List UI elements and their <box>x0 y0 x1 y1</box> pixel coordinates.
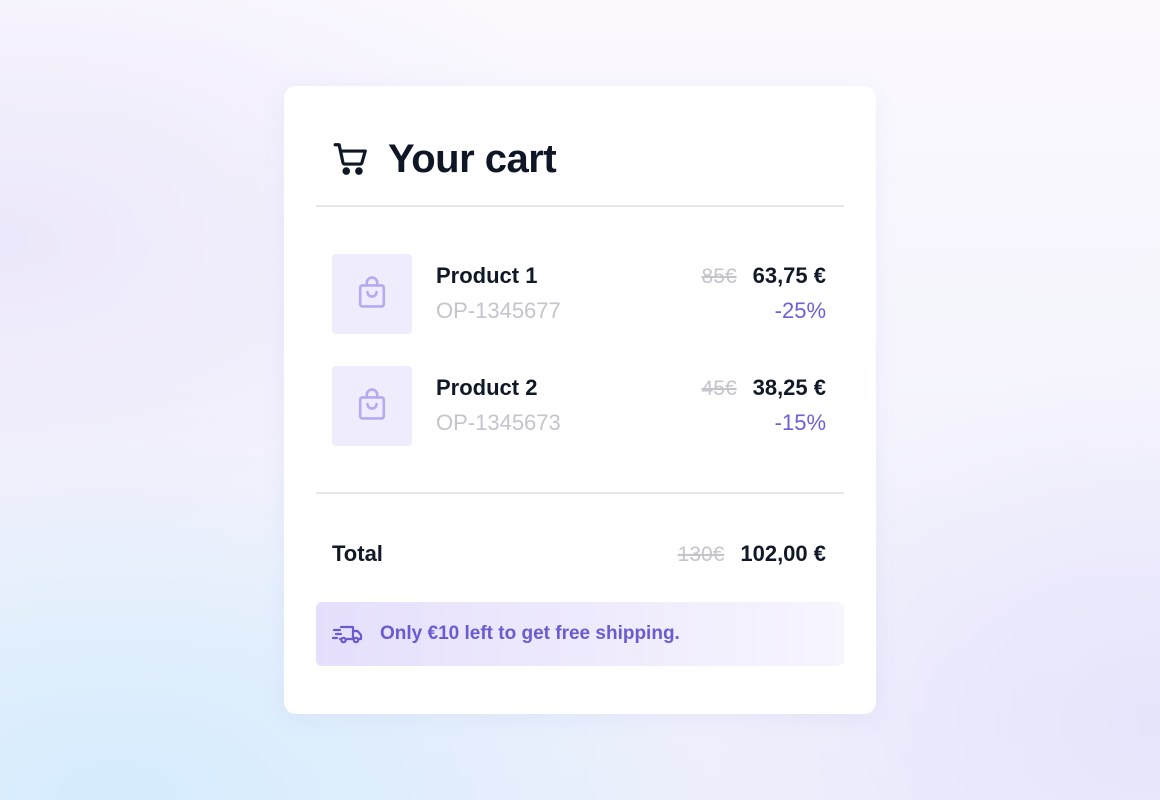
total-label: Total <box>332 541 383 566</box>
shopping-bag-icon <box>356 275 388 314</box>
header-divider <box>316 205 844 207</box>
cart-item[interactable]: Product 1 OP-1345677 85€ 63,75 € -25% <box>332 254 826 334</box>
product-sku: OP-1345677 <box>436 298 561 323</box>
total-price: 102,00 € <box>740 541 826 566</box>
total-row: Total 130€ 102,00 € <box>332 541 826 573</box>
product-name[interactable]: Product 2 <box>436 375 537 401</box>
discounted-price: 63,75 € <box>752 263 826 288</box>
discounted-price: 38,25 € <box>752 375 826 400</box>
total-original-price: 130€ <box>677 543 725 566</box>
cart-header: Your cart <box>332 134 557 184</box>
discount-percentage: -25% <box>774 298 826 323</box>
discount-percentage: -15% <box>774 410 826 435</box>
fast-delivery-truck-icon <box>332 622 364 646</box>
free-shipping-message: Only €10 left to get free shipping. <box>380 623 680 644</box>
total-prices: 130€ 102,00 € <box>678 541 826 567</box>
cart-card: Your cart Product 1 OP-1345677 85€ 63,75… <box>284 86 876 714</box>
free-shipping-banner: Only €10 left to get free shipping. <box>316 602 844 666</box>
cart-item[interactable]: Product 2 OP-1345673 45€ 38,25 € -15% <box>332 366 826 446</box>
cart-title: Your cart <box>388 136 557 181</box>
product-thumbnail[interactable] <box>332 254 412 334</box>
product-sku: OP-1345673 <box>436 410 561 435</box>
items-divider <box>316 492 844 494</box>
original-price: 45€ <box>701 377 737 400</box>
product-price-row: 45€ 38,25 € <box>702 375 826 401</box>
product-thumbnail[interactable] <box>332 366 412 446</box>
original-price: 85€ <box>701 265 737 288</box>
shopping-cart-icon <box>332 140 370 178</box>
product-price-row: 85€ 63,75 € <box>702 263 826 289</box>
shopping-bag-icon <box>356 387 388 426</box>
product-name[interactable]: Product 1 <box>436 263 537 289</box>
